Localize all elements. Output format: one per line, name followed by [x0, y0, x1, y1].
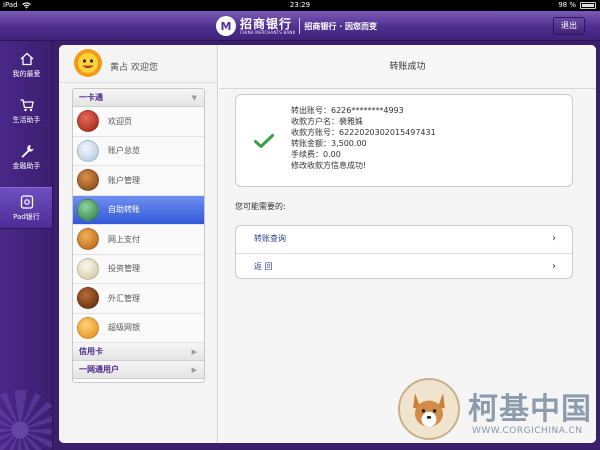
content-panel: 黄占 欢迎您 一卡通 ▼ 欢迎页 账户总览 账户管理 自助转账 网上支付 投资管…	[59, 45, 596, 443]
chevron-right-icon: ›	[552, 260, 556, 272]
menu-group-debit-card[interactable]: 一卡通 ▼	[73, 89, 204, 107]
transfer-details: 转出账号：6226********4993 收款方户名：裴雅姝 收款方账号：62…	[291, 105, 436, 171]
menu-item-online-pay[interactable]: 网上支付	[73, 225, 204, 255]
nav-item-life-assistant[interactable]: 生活助手	[0, 91, 52, 133]
from-account: 转出账号：6226********4993	[291, 106, 404, 115]
pad-icon	[20, 195, 33, 209]
account-manage-icon	[77, 169, 99, 192]
bank-brand: M 招商银行 CHINA MERCHANTS BANK 招商银行 · 因您而变	[216, 16, 377, 36]
ios-status-bar: iPad 23:29 98 %	[0, 0, 600, 11]
transfer-query-link[interactable]: 转账查询 ›	[236, 226, 572, 253]
group-label: 一网通用户	[79, 365, 119, 374]
menu-item-account-manage[interactable]: 账户管理	[73, 166, 204, 196]
brand-cn: 招商银行	[240, 16, 293, 31]
menu-item-label: 投资管理	[108, 264, 140, 274]
battery-percent: 98 %	[558, 1, 576, 9]
home-icon	[20, 52, 33, 66]
menu-item-label: 网上支付	[108, 234, 140, 244]
transfer-amount: 转账金额：3,500.00	[291, 139, 367, 148]
app-header: M 招商银行 CHINA MERCHANTS BANK 招商银行 · 因您而变 …	[0, 11, 600, 41]
welcome-icon	[77, 110, 99, 133]
action-label: 转账查询	[254, 234, 286, 243]
menu-group-netbank-user[interactable]: 一网通用户 ▶	[73, 361, 204, 379]
exit-button[interactable]: 退出	[553, 17, 585, 35]
cart-icon	[20, 99, 34, 112]
nav-label: 生活助手	[12, 116, 41, 124]
suggestions-list: 转账查询 › 返 回 ›	[235, 225, 573, 279]
menu-item-label: 自助转账	[108, 205, 140, 215]
payee-account: 收款方账号：6222020302015497431	[291, 128, 436, 137]
menu-item-label: 欢迎页	[108, 116, 132, 126]
menu-item-label: 超级网银	[108, 323, 140, 333]
nav-label: 我的最爱	[12, 70, 41, 78]
menu-item-account-overview[interactable]: 账户总览	[73, 136, 204, 166]
fee: 手续费：0.00	[291, 150, 341, 159]
nav-label: 金融助手	[12, 162, 41, 170]
suggestions-label: 您可能需要的:	[235, 202, 286, 211]
brand-slogan: 招商银行 · 因您而变	[304, 21, 378, 31]
menu-list: 一卡通 ▼ 欢迎页 账户总览 账户管理 自助转账 网上支付 投资管理 外汇管理 …	[72, 88, 205, 383]
battery-icon	[580, 2, 596, 9]
group-label: 一卡通	[79, 93, 103, 102]
menu-item-investment[interactable]: 投资管理	[73, 254, 204, 284]
group-label: 信用卡	[79, 347, 103, 356]
menu-item-welcome[interactable]: 欢迎页	[73, 107, 204, 137]
decorative-pattern	[0, 390, 52, 450]
menu-panel: 黄占 欢迎您 一卡通 ▼ 欢迎页 账户总览 账户管理 自助转账 网上支付 投资管…	[59, 45, 220, 443]
brand-separator	[299, 18, 301, 34]
brand-name: 招商银行 CHINA MERCHANTS BANK	[240, 18, 295, 35]
online-pay-icon	[77, 228, 99, 251]
menu-item-super-ebank[interactable]: 超级网银	[73, 313, 204, 343]
menu-item-label: 账户总览	[108, 146, 140, 156]
brand-en: CHINA MERCHANTS BANK	[240, 29, 296, 35]
clock: 23:29	[289, 1, 311, 9]
super-ebank-icon	[77, 316, 99, 339]
user-row: 黄占 欢迎您	[59, 45, 218, 83]
nav-item-finance-assistant[interactable]: 金融助手	[0, 137, 52, 179]
transfer-result-panel: 转账成功 转出账号：6226********4993 收款方户名：裴雅姝 收款方…	[219, 45, 596, 443]
account-overview-icon	[77, 139, 99, 162]
triangle-down-icon: ▼	[191, 94, 197, 102]
check-icon	[254, 134, 274, 148]
menu-item-label: 账户管理	[108, 175, 140, 185]
action-label: 返 回	[254, 261, 273, 271]
back-link[interactable]: 返 回 ›	[236, 252, 572, 279]
menu-item-label: 外汇管理	[108, 293, 140, 303]
welcome-text: 黄占 欢迎您	[110, 63, 158, 73]
nav-item-pad-bank[interactable]: Pad银行	[0, 187, 52, 229]
nav-label: Pad银行	[13, 213, 40, 221]
chevron-right-icon: ›	[552, 233, 556, 244]
investment-icon	[77, 257, 99, 280]
menu-item-transfer[interactable]: 自助转账	[73, 195, 204, 225]
page-title: 转账成功	[219, 45, 596, 89]
transfer-result-card: 转出账号：6226********4993 收款方户名：裴雅姝 收款方账号：62…	[235, 94, 573, 187]
menu-item-forex[interactable]: 外汇管理	[73, 284, 204, 314]
payee-name: 收款方户名：裴雅姝	[291, 117, 363, 126]
avatar	[74, 49, 102, 77]
menu-group-credit-card[interactable]: 信用卡 ▶	[73, 343, 204, 361]
transfer-icon	[77, 198, 99, 221]
triangle-right-icon: ▶	[191, 366, 197, 374]
cmb-logo-icon: M	[216, 16, 236, 36]
wrench-icon	[21, 145, 33, 158]
forex-icon	[77, 287, 99, 310]
triangle-right-icon: ▶	[191, 348, 197, 356]
payee-update-status: 修改收款方信息成功!	[291, 161, 367, 170]
left-nav: 我的最爱 生活助手 金融助手 Pad银行	[0, 41, 53, 450]
nav-item-favorites[interactable]: 我的最爱	[0, 45, 52, 87]
